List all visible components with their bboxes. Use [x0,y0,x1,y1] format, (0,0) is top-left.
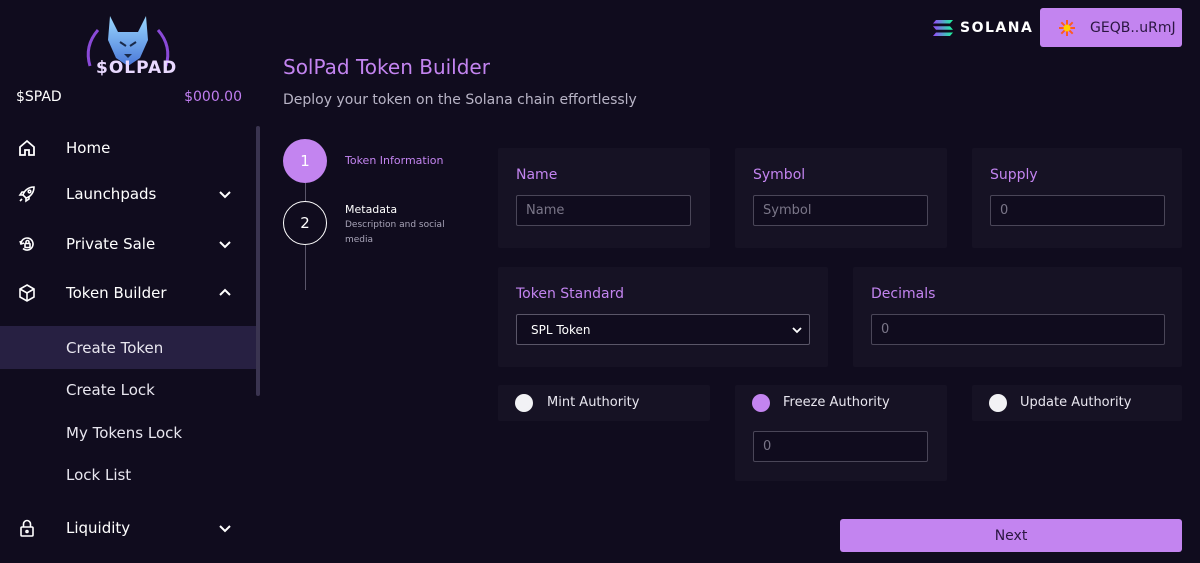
supply-card: Supply 0 [972,148,1182,248]
freeze-authority-input[interactable]: 0 [753,431,928,462]
decimals-label: Decimals [871,286,936,302]
sidebar-item-label: Token Builder [66,284,167,302]
sidebar-subitem-label: Lock List [66,465,132,484]
chevron-down-icon [792,327,802,334]
wallet-button[interactable]: GEQB..uRmJ [1040,8,1182,47]
sidebar-subitem-create-token[interactable]: Create Token [0,326,256,369]
wallet-avatar-icon [1059,19,1075,36]
sidebar-subitem-label: Create Lock [66,380,155,399]
page-subtitle: Deploy your token on the Solana chain ef… [283,92,637,108]
name-label: Name [516,167,558,183]
sidebar: $OLPAD $SPAD $000.00 Home Launchpads Pri… [0,0,262,563]
freeze-authority-card: Freeze Authority 0 [735,385,947,481]
logo-text: $OLPAD [96,58,178,78]
step-1-circle[interactable]: 1 [283,139,327,183]
name-card: Name Name [498,148,710,248]
mint-authority-radio[interactable] [515,394,533,412]
page-title: SolPad Token Builder [283,55,490,79]
lock-icon [16,517,38,539]
sidebar-item-launchpads[interactable]: Launchpads [0,172,256,216]
sidebar-item-token-builder[interactable]: Token Builder [0,271,256,315]
decimals-input[interactable]: 0 [871,314,1165,345]
balance-ticker: $SPAD [16,89,62,105]
token-standard-value: SPL Token [531,322,591,337]
balance-amount: $000.00 [184,89,242,105]
token-standard-select[interactable]: SPL Token [516,314,810,345]
supply-label: Supply [990,167,1038,183]
supply-input[interactable]: 0 [990,195,1165,226]
chevron-up-icon [219,288,231,296]
cube-icon [16,282,38,304]
sidebar-item-label: Launchpads [66,185,157,203]
wallet-address: GEQB..uRmJ [1090,19,1176,36]
sidebar-subitem-label: Create Token [66,338,164,357]
symbol-label: Symbol [753,167,806,183]
symbol-input[interactable]: Symbol [753,195,928,226]
sidebar-item-label: Private Sale [66,235,156,253]
sidebar-item-label: Liquidity [66,519,131,537]
mint-authority-card: Mint Authority [498,385,710,421]
mint-authority-label: Mint Authority [547,395,640,410]
chevron-down-icon [219,241,231,249]
sidebar-subitem-lock-list[interactable]: Lock List [0,453,256,496]
symbol-card: Symbol Symbol [735,148,947,248]
sidebar-subitem-create-lock[interactable]: Create Lock [0,368,256,411]
sidebar-item-label: Home [66,139,111,157]
freeze-authority-label: Freeze Authority [783,395,890,410]
sidebar-item-liquidity[interactable]: Liquidity [0,506,256,550]
sidebar-item-private-sale[interactable]: Private Sale [0,222,256,266]
step-2-title: Metadata [345,203,398,216]
update-authority-label: Update Authority [1020,395,1132,410]
step-1-title: Token Information [345,154,444,167]
network-label: SOLANA [960,20,1034,36]
chevron-down-icon [219,191,231,199]
solana-network-logo: SOLANA [932,16,1033,40]
step-connector [305,183,306,201]
step-2-circle[interactable]: 2 [283,201,327,245]
refresh-lock-icon [16,233,38,255]
next-button[interactable]: Next [840,519,1182,552]
sidebar-item-home[interactable]: Home [0,126,256,170]
update-authority-radio[interactable] [989,394,1007,412]
freeze-authority-radio[interactable] [752,394,770,412]
rocket-icon [16,183,38,205]
name-input[interactable]: Name [516,195,691,226]
balance-row: $SPAD $000.00 [16,89,242,105]
home-icon [16,137,38,159]
decimals-card: Decimals 0 [853,267,1182,367]
chevron-down-icon [219,525,231,533]
sidebar-subitem-label: My Tokens Lock [66,423,183,442]
update-authority-card: Update Authority [972,385,1182,421]
solana-icon [933,20,953,36]
step-2-description: Description and social media [345,220,445,245]
token-standard-card: Token Standard SPL Token [498,267,828,367]
token-standard-label: Token Standard [516,286,624,302]
sidebar-subitem-my-tokens-lock[interactable]: My Tokens Lock [0,411,256,454]
sidebar-scrollbar[interactable] [256,126,260,396]
step-connector [305,245,306,290]
